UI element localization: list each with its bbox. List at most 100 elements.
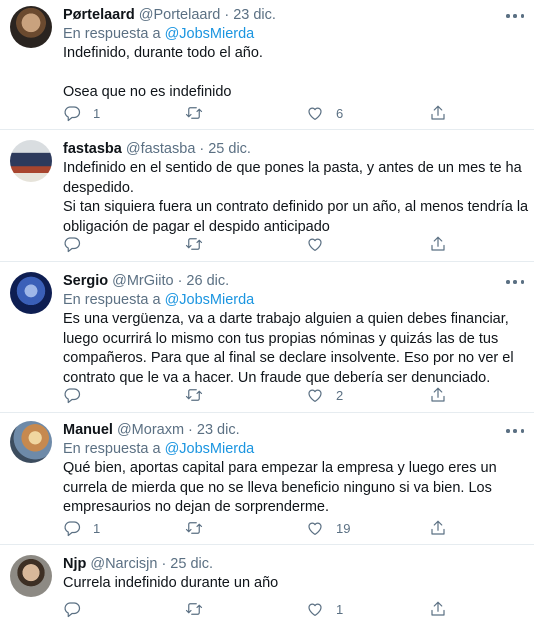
like-count: 19 (336, 520, 351, 536)
share-button[interactable] (429, 385, 447, 405)
reply-icon (64, 237, 81, 253)
tweet[interactable]: Sergio @MrGiito · 26 dic. En respuesta a… (0, 262, 534, 413)
reply-mention[interactable]: @JobsMierda (165, 441, 255, 457)
like-button[interactable]: 6 (306, 103, 343, 123)
reply-button[interactable] (63, 234, 93, 254)
author-handle[interactable]: @Portelaard (139, 6, 221, 25)
reply-icon (64, 106, 81, 122)
reply-button[interactable] (63, 599, 93, 619)
separator-dot: · (224, 7, 230, 23)
retweet-button[interactable] (185, 518, 215, 538)
tweet-header: Manuel @Moraxm · 23 dic. (63, 421, 524, 440)
replies-feed: Pørtelaard @Portelaard · 23 dic. En resp… (0, 0, 534, 625)
tweet-actions: 1 (63, 599, 524, 619)
separator-dot: · (199, 141, 205, 157)
tweet[interactable]: Pørtelaard @Portelaard · 23 dic. En resp… (0, 0, 534, 130)
tweet-date[interactable]: 23 dic. (197, 421, 240, 440)
tweet-text-line: Indefinido, durante todo el año. (63, 45, 263, 61)
retweet-icon (185, 522, 203, 534)
more-icon[interactable] (506, 10, 524, 22)
tweet-text-line: empresaurios no dejan de sorprenderme. (63, 499, 329, 515)
tweet-date[interactable]: 25 dic. (170, 555, 213, 574)
like-icon (308, 522, 322, 535)
retweet-icon (185, 603, 203, 615)
tweet-text-line: Si tan siquiera fuera un contrato defini… (63, 199, 529, 215)
tweet-date[interactable]: 23 dic. (233, 6, 276, 25)
author-handle[interactable]: @MrGiito (112, 272, 173, 291)
like-icon (308, 238, 322, 251)
reply-context: En respuesta a @JobsMierda (63, 291, 524, 310)
tweet-text-line: Qué bien, aportas capital para empezar l… (63, 460, 497, 476)
tweet-text-line: compañeros. Para que al final se declare… (63, 350, 514, 366)
tweet-text: Qué bien, aportas capital para empezar l… (63, 459, 524, 518)
tweet-actions: 1 6 (63, 103, 524, 123)
author-name[interactable]: Njp (63, 555, 86, 574)
like-button[interactable]: 19 (306, 518, 350, 538)
reply-prefix: En respuesta a (63, 26, 161, 42)
share-button[interactable] (429, 234, 447, 254)
like-count: 2 (336, 387, 344, 403)
author-name[interactable]: Sergio (63, 272, 108, 291)
like-count: 6 (336, 105, 344, 121)
avatar[interactable] (10, 555, 52, 597)
reply-button[interactable]: 1 (63, 103, 100, 123)
retweet-button[interactable] (185, 103, 215, 123)
avatar[interactable] (10, 272, 52, 314)
tweet-text-line: currela de mierda que no se lleva benefi… (63, 479, 492, 496)
retweet-button[interactable] (185, 599, 215, 619)
tweet-text-line: Es una vergüenza, va a darte trabajo alg… (63, 311, 509, 327)
reply-button[interactable] (63, 385, 93, 405)
retweet-button[interactable] (185, 385, 215, 405)
reply-icon (64, 388, 81, 404)
like-button[interactable] (306, 234, 336, 254)
like-icon (308, 389, 322, 402)
share-button[interactable] (429, 103, 447, 123)
tweet-text: Indefinido en el sentido de que pones la… (63, 159, 529, 237)
separator-dot: · (161, 556, 167, 572)
reply-prefix: En respuesta a (63, 441, 161, 457)
reply-mention[interactable]: @JobsMierda (165, 26, 255, 42)
like-icon (308, 603, 322, 616)
tweet-text: Currela indefinido durante un año (63, 574, 524, 594)
author-name[interactable]: fastasba (63, 140, 122, 159)
share-button[interactable] (429, 599, 447, 619)
share-icon (431, 236, 445, 251)
tweet-actions (63, 234, 524, 254)
author-name[interactable]: Pørtelaard (63, 6, 135, 25)
avatar[interactable] (10, 6, 52, 48)
reply-button[interactable]: 1 (63, 518, 100, 538)
tweet-text-line: luego ocurrirá lo mismo con tus propias … (63, 330, 499, 347)
reply-mention[interactable]: @JobsMierda (165, 292, 255, 308)
tweet-date[interactable]: 25 dic. (208, 140, 251, 159)
reply-count: 1 (93, 105, 101, 121)
author-handle[interactable]: @Narcisjn (90, 555, 157, 574)
tweet-text-line: Osea que no es indefinido (63, 84, 232, 100)
more-icon[interactable] (506, 276, 524, 288)
retweet-button[interactable] (185, 234, 215, 254)
tweet-header: Pørtelaard @Portelaard · 23 dic. (63, 6, 524, 25)
separator-dot: · (177, 273, 183, 289)
author-name[interactable]: Manuel (63, 421, 113, 440)
tweet-text-line: Indefinido en el sentido de que pones la… (63, 160, 522, 176)
tweet-text-line: Currela indefinido durante un año (63, 575, 279, 591)
avatar[interactable] (10, 421, 52, 463)
like-button[interactable]: 2 (306, 385, 343, 405)
share-icon (431, 520, 445, 535)
reply-icon (64, 602, 81, 618)
more-icon[interactable] (506, 425, 524, 437)
reply-icon (64, 521, 81, 537)
tweet[interactable]: Njp @Narcisjn · 25 dic. Currela indefini… (0, 545, 534, 625)
tweet-date[interactable]: 26 dic. (186, 272, 229, 291)
retweet-icon (185, 238, 203, 250)
separator-dot: · (188, 422, 193, 438)
like-button[interactable]: 1 (306, 599, 343, 619)
author-handle[interactable]: @fastasba (126, 140, 196, 159)
tweet-header: fastasba @fastasba · 25 dic. (63, 140, 524, 159)
tweet[interactable]: Manuel @Moraxm · 23 dic. En respuesta a … (0, 413, 534, 545)
author-handle[interactable]: @Moraxm (117, 421, 184, 440)
tweet[interactable]: fastasba @fastasba · 25 dic. Indefinido … (0, 130, 534, 262)
avatar[interactable] (10, 140, 52, 182)
share-button[interactable] (429, 518, 447, 538)
tweet-text-line: despedido. (63, 179, 134, 196)
